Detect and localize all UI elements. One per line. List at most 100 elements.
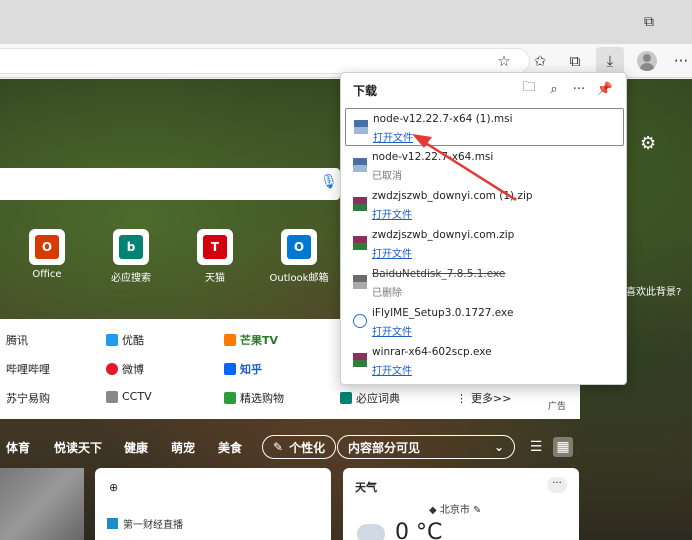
collections-button[interactable]: ⧉ <box>561 47 589 75</box>
download-filename: node-v12.22.7-x64.msi <box>372 151 494 163</box>
pin-icon[interactable]: 📌 <box>595 79 615 99</box>
exe-file-icon <box>353 275 367 289</box>
outlook-icon: O <box>287 235 311 259</box>
open-file-link[interactable]: 打开文件 <box>372 206 412 221</box>
link-cctv[interactable]: CCTV <box>106 390 152 403</box>
quick-link-office[interactable]: O Office <box>12 229 82 280</box>
edit-location-icon: ✎ <box>469 505 482 516</box>
news-card[interactable]: ⊕ 第一财经直播 <box>95 468 331 540</box>
quick-link-bing[interactable]: b 必应搜索 <box>96 229 166 284</box>
source-logo-icon <box>107 518 118 529</box>
weather-more-icon[interactable]: ··· <box>547 477 567 493</box>
profile-button[interactable] <box>633 47 661 75</box>
tmall-icon: T <box>203 235 227 259</box>
location-icon: ◆ <box>429 505 440 516</box>
avatar <box>637 51 657 71</box>
weibo-icon <box>106 363 118 375</box>
link-tencent[interactable]: 腾讯 <box>6 332 28 348</box>
cloud-icon <box>357 524 385 540</box>
news-image[interactable] <box>0 468 84 540</box>
weather-card: 天气 ··· ◆ 北京市 ✎ 0 °C <box>343 468 579 540</box>
quick-link-outlook[interactable]: O Outlook邮箱 <box>264 229 334 284</box>
weather-location[interactable]: ◆ 北京市 ✎ <box>429 501 481 516</box>
zip-file-icon <box>353 197 367 211</box>
globe-icon: ⊕ <box>109 481 119 494</box>
download-item[interactable]: zwdzjszwb_downyi.com (1).zip 打开文件 <box>345 186 624 224</box>
open-file-link[interactable]: 打开文件 <box>372 323 412 338</box>
youku-icon <box>106 334 118 346</box>
link-bilibili[interactable]: 哔哩哔哩 <box>6 361 50 377</box>
search-icon[interactable]: ⌕ <box>544 79 564 99</box>
microphone-icon[interactable]: 🎙 <box>320 174 338 190</box>
nav-health[interactable]: 健康 <box>124 439 148 456</box>
news-source: 第一财经直播 <box>107 516 183 531</box>
bing-dict-icon <box>340 392 352 404</box>
personalize-button[interactable]: ✎ 个性化 <box>262 435 337 459</box>
downloads-panel: 下载 🗀 ⌕ ··· 📌 node-v12.22.7-x64 (1).msi 打开… <box>340 72 627 385</box>
nav-food[interactable]: 美食 <box>218 439 242 456</box>
nav-reading[interactable]: 悦读天下 <box>54 439 102 456</box>
download-item[interactable]: winrar-x64-602scp.exe 打开文件 <box>345 342 624 380</box>
link-suning[interactable]: 苏宁易购 <box>6 390 50 406</box>
download-filename: zwdzjszwb_downyi.com.zip <box>372 229 515 241</box>
more-options-icon[interactable]: ··· <box>569 79 589 99</box>
collections-icon: ⧉ <box>569 52 581 70</box>
content-visibility-dropdown[interactable]: 内容部分可见 ⌄ <box>337 435 515 459</box>
link-zhihu[interactable]: 知乎 <box>224 361 262 377</box>
background-feedback[interactable]: 喜欢此背景? <box>626 283 681 298</box>
chevron-down-icon: ⌄ <box>493 440 504 454</box>
open-file-link[interactable]: 打开文件 <box>372 362 412 377</box>
download-status: 已删除 <box>372 288 402 299</box>
download-item[interactable]: iFlyIME_Setup3.0.1727.exe 打开文件 <box>345 303 624 341</box>
download-item[interactable]: zwdzjszwb_downyi.com.zip 打开文件 <box>345 225 624 263</box>
download-status: 已取消 <box>372 171 402 182</box>
downloads-title: 下载 <box>353 84 378 98</box>
grid-layout-icon[interactable]: ▦ <box>553 437 573 457</box>
quick-link-label: Office <box>32 269 62 280</box>
nav-pets[interactable]: 萌宠 <box>171 439 195 456</box>
open-folder-icon[interactable]: 🗀 <box>519 79 539 99</box>
favorites-icon: ✩ <box>533 52 547 70</box>
restore-window-button[interactable]: ⧉ <box>626 0 672 44</box>
page-settings-icon[interactable]: ⚙ <box>640 133 656 154</box>
zhihu-icon <box>224 363 236 375</box>
add-favorite-icon: ☆ <box>497 52 511 70</box>
link-more[interactable]: ⋮ 更多>> <box>456 390 511 406</box>
restore-icon: ⧉ <box>644 14 654 30</box>
downloads-icon: ⤓ <box>606 52 614 70</box>
link-weibo[interactable]: 微博 <box>106 361 144 377</box>
more-links-icon: ⋮ <box>456 391 467 405</box>
settings-more-button[interactable]: ··· <box>670 47 692 75</box>
download-filename: zwdzjszwb_downyi.com (1).zip <box>372 190 533 202</box>
favorites-button[interactable]: ✩ <box>526 47 554 75</box>
nav-sports[interactable]: 体育 <box>6 439 30 456</box>
ad-label: 广告 <box>548 402 567 412</box>
add-favorite-button[interactable]: ☆ <box>490 47 518 75</box>
download-item[interactable]: BaiduNetdisk_7.8.5.1.exe 已删除 <box>345 264 624 302</box>
search-input[interactable] <box>0 168 340 200</box>
open-file-link[interactable]: 打开文件 <box>373 129 413 144</box>
downloads-button[interactable]: ⤓ <box>596 47 624 75</box>
open-file-link[interactable]: 打开文件 <box>372 245 412 260</box>
download-item[interactable]: node-v12.22.7-x64 (1).msi 打开文件 <box>345 108 624 146</box>
quick-link-label: 天猫 <box>205 273 225 284</box>
quick-link-label: Outlook邮箱 <box>269 273 329 284</box>
list-layout-icon[interactable]: ☰ <box>526 437 546 457</box>
download-filename: iFlyIME_Setup3.0.1727.exe <box>372 307 514 319</box>
feed-nav: 体育 悦读天下 健康 萌宠 美食 ✎ 个性化 内容部分可见 ⌄ ☰ ▦ <box>0 435 692 459</box>
cctv-icon <box>106 390 118 403</box>
download-filename: winrar-x64-602scp.exe <box>372 346 492 358</box>
download-item[interactable]: node-v12.22.7-x64.msi 已取消 <box>345 147 624 185</box>
link-bing-dict[interactable]: 必应词典 <box>340 390 400 406</box>
msi-file-icon <box>354 120 368 134</box>
link-mangotv[interactable]: 芒果TV <box>224 332 278 348</box>
address-bar[interactable] <box>0 48 530 74</box>
download-filename: BaiduNetdisk_7.8.5.1.exe <box>372 268 506 280</box>
office-icon: O <box>35 235 59 259</box>
link-shopping[interactable]: 精选购物 <box>224 390 284 406</box>
link-youku[interactable]: 优酷 <box>106 332 144 348</box>
quick-link-tmall[interactable]: T 天猫 <box>180 229 250 284</box>
title-bar: ⧉ <box>0 0 692 44</box>
downloads-header: 下载 🗀 ⌕ ··· 📌 <box>341 73 626 105</box>
msi-file-icon <box>353 158 367 172</box>
